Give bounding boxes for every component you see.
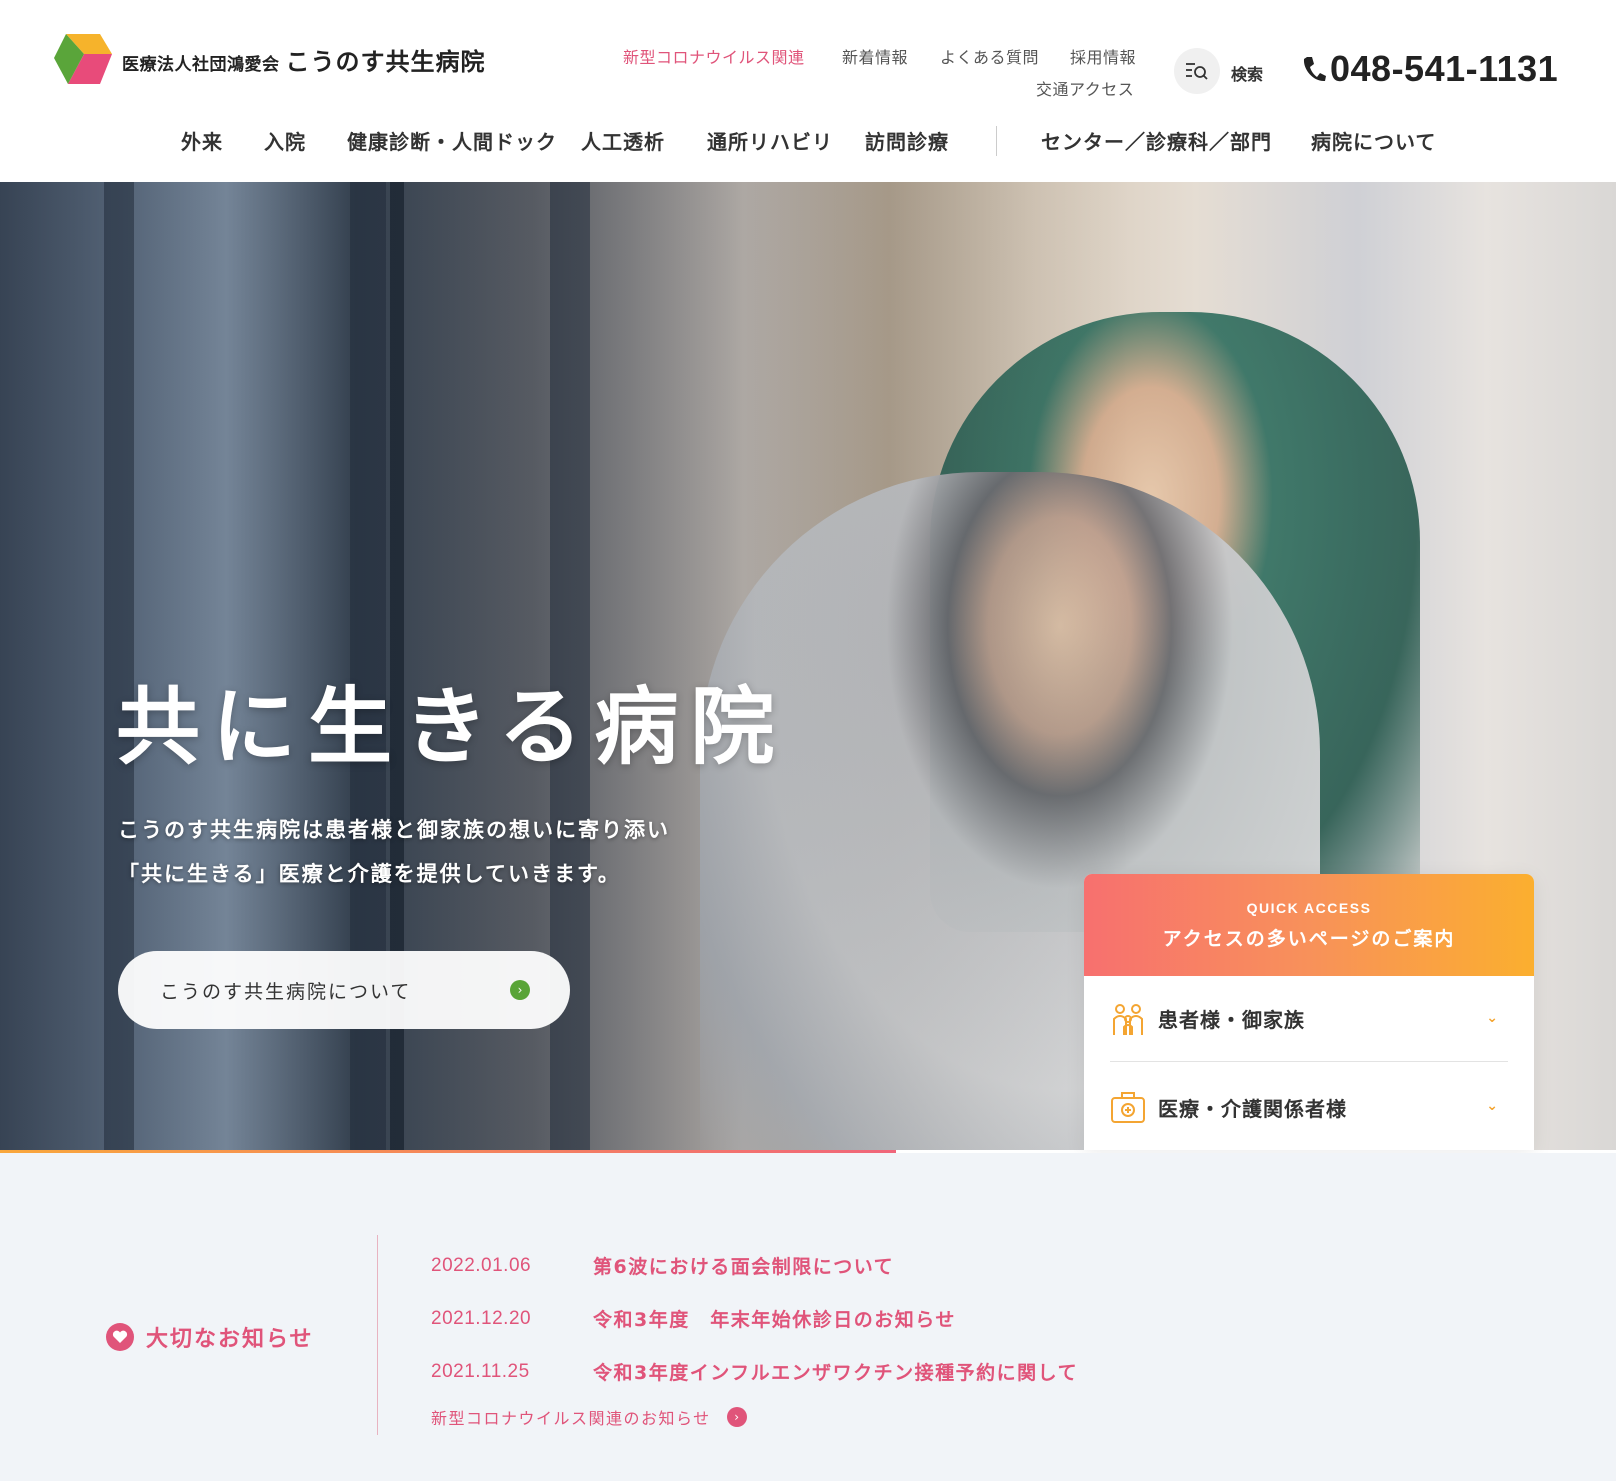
- logo-hospital-name: こうのす共生病院: [285, 47, 486, 76]
- search-label[interactable]: 検索: [1231, 61, 1263, 85]
- about-hospital-button[interactable]: こうのす共生病院について ›: [118, 951, 570, 1029]
- chevron-down-icon: ⌄: [1486, 1010, 1498, 1026]
- quick-access-medical-staff-label: 医療・介護関係者様: [1158, 1096, 1347, 1121]
- util-link-faq[interactable]: よくある質問: [940, 44, 1039, 68]
- notice-item[interactable]: 2022.01.06 第6波における面会制限について: [431, 1252, 894, 1279]
- notice-title: 第6波における面会制限について: [593, 1256, 895, 1278]
- family-icon: [1113, 1003, 1143, 1035]
- quick-access-patients[interactable]: 患者様・御家族 ⌄: [1110, 976, 1508, 1062]
- notice-item[interactable]: 2021.11.25 令和3年度インフルエンザワクチン接種予約に関して: [431, 1358, 1078, 1385]
- medical-kit-icon: [1111, 1092, 1145, 1123]
- logo-mark-icon: [54, 34, 112, 84]
- about-hospital-button-label: こうのす共生病院について: [160, 980, 412, 1003]
- nav-item-about[interactable]: 病院について: [1311, 126, 1436, 155]
- hero-title: 共に生きる病院: [116, 677, 787, 776]
- important-notices: 大切なお知らせ 2022.01.06 第6波における面会制限について 2021.…: [0, 1153, 1616, 1481]
- notice-date: 2021.12.20: [431, 1307, 532, 1329]
- notice-date: 2021.11.25: [431, 1360, 530, 1382]
- nav-item-outpatient[interactable]: 外来: [181, 126, 223, 155]
- util-link-access[interactable]: 交通アクセス: [1036, 76, 1134, 100]
- notices-divider: [377, 1235, 378, 1435]
- notices-heading: 大切なお知らせ: [106, 1321, 314, 1353]
- quick-access-patients-label: 患者様・御家族: [1158, 1008, 1305, 1032]
- quick-access-header: QUICK ACCESS アクセスの多いページのご案内: [1084, 874, 1534, 976]
- chevron-down-icon: ⌄: [1486, 1098, 1498, 1114]
- search-button[interactable]: [1174, 48, 1220, 94]
- quick-access-eyebrow: QUICK ACCESS: [1246, 900, 1372, 916]
- util-link-jobs[interactable]: 採用情報: [1070, 44, 1136, 68]
- arrow-right-icon: ›: [510, 980, 530, 1000]
- main-nav: 外来 入院 健康診断・人間ドック 人工透析 通所リハビリ 訪問診療 センター／診…: [0, 126, 1616, 156]
- quick-access-medical-staff[interactable]: 医療・介護関係者様 ⌄: [1110, 1064, 1508, 1150]
- nav-item-departments[interactable]: センター／診療科／部門: [1041, 126, 1272, 155]
- covid-notices-link[interactable]: 新型コロナウイルス関連のお知らせ ›: [431, 1405, 747, 1429]
- quick-access-panel: QUICK ACCESS アクセスの多いページのご案内 患者様・御家族 ⌄ 医療…: [1084, 874, 1534, 1150]
- search-icon: [1186, 63, 1208, 80]
- site-header: 医療法人社団鴻愛会 こうのす共生病院 新型コロナウイルス関連 新着情報 よくある…: [0, 0, 1616, 182]
- hero-subtitle-line-1: こうのす共生病院は患者様と御家族の想いに寄り添い: [118, 818, 670, 842]
- covid-notices-link-label: 新型コロナウイルス関連のお知らせ: [431, 1409, 711, 1428]
- notice-date: 2022.01.06: [431, 1254, 532, 1276]
- hero-subtitle-line-2: 「共に生きる」医療と介護を提供していきます。: [118, 862, 621, 886]
- notice-title: 令和3年度インフルエンザワクチン接種予約に関して: [593, 1362, 1079, 1384]
- site-logo[interactable]: 医療法人社団鴻愛会 こうのす共生病院: [54, 32, 486, 86]
- util-link-news[interactable]: 新着情報: [842, 44, 908, 68]
- arrow-right-icon: ›: [726, 1407, 747, 1427]
- quick-access-title: アクセスの多いページのご案内: [1162, 928, 1456, 950]
- notice-item[interactable]: 2021.12.20 令和3年度 年末年始休診日のお知らせ: [431, 1305, 956, 1332]
- logo-corporation-name: 医療法人社団鴻愛会: [122, 54, 280, 75]
- nav-item-inpatient[interactable]: 入院: [264, 126, 306, 155]
- nav-divider: [996, 126, 997, 156]
- nav-item-home-visit[interactable]: 訪問診療: [865, 126, 949, 155]
- nav-item-checkup[interactable]: 健康診断・人間ドック: [347, 126, 557, 155]
- heart-icon: [106, 1323, 134, 1351]
- nav-item-rehab[interactable]: 通所リハビリ: [707, 126, 833, 155]
- phone-icon: [1303, 57, 1326, 82]
- nav-item-dialysis[interactable]: 人工透析: [581, 126, 665, 155]
- notices-heading-text: 大切なお知らせ: [146, 1327, 314, 1352]
- notice-title: 令和3年度 年末年始休診日のお知らせ: [593, 1309, 956, 1331]
- phone-contact[interactable]: 048-541-1131: [1302, 48, 1558, 90]
- phone-number: 048-541-1131: [1330, 48, 1559, 89]
- util-link-covid[interactable]: 新型コロナウイルス関連: [623, 44, 805, 68]
